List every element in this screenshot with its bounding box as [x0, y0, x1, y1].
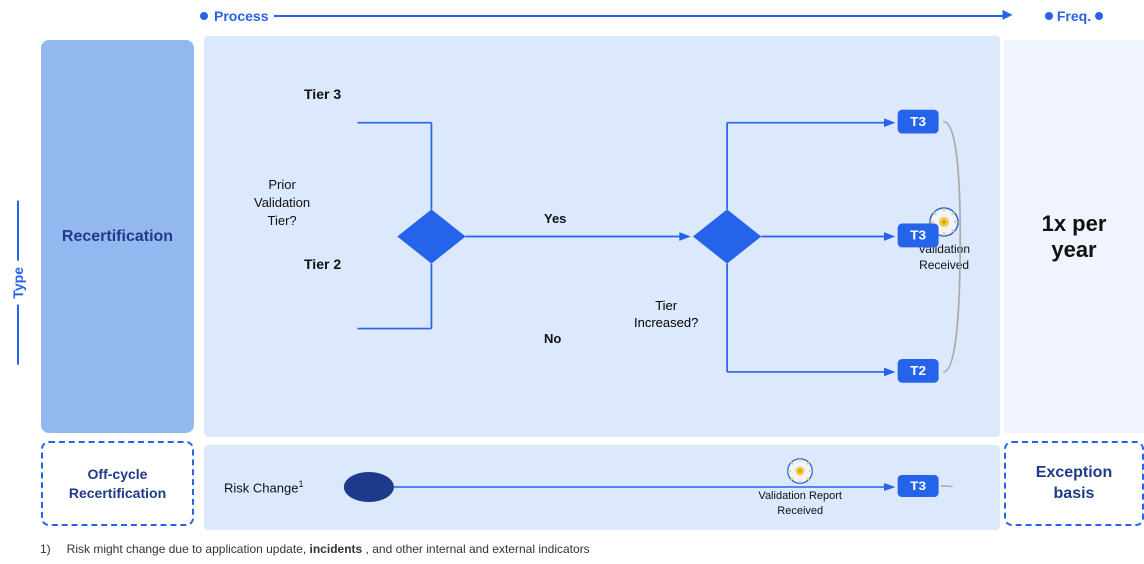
process-arrow-start: [200, 12, 208, 20]
svg-text:T3: T3: [910, 479, 926, 493]
freq-column: 1x per year Exception basis: [1004, 32, 1144, 534]
freq-label: Freq.: [1057, 8, 1091, 24]
offcycle-box: Off-cycle Recertification: [41, 441, 194, 526]
footnote-text: Risk might change due to application upd…: [67, 542, 590, 556]
freq-exception-box: Exception basis: [1004, 441, 1144, 526]
main-container: Process Freq. Type Recertification Off-c…: [0, 0, 1144, 564]
type-arrow-line2: [17, 201, 19, 261]
offcycle-flow-svg: T3: [204, 445, 1000, 530]
recertification-column: Recertification Off-cycle Recertificatio…: [35, 32, 200, 534]
type-label: Type: [10, 201, 26, 365]
flow-diagram-svg: T3 T3 T2: [204, 36, 1000, 437]
process-label: Process: [214, 8, 268, 24]
svg-text:T2: T2: [910, 364, 926, 379]
tier-increased-diamond: [693, 209, 761, 263]
freq-arrow-dot: [1045, 12, 1053, 20]
offcycle-flow: Risk Change1: [204, 445, 1000, 530]
freq-main-value: 1x per year: [1004, 40, 1144, 433]
process-section: Process: [200, 8, 1004, 24]
diagram-area: Tier 3 Tier 2 Prior Validation Tier? Yes…: [200, 32, 1004, 534]
offcycle-label: Off-cycle Recertification: [69, 465, 166, 501]
freq-arrow-dot2: [1095, 12, 1103, 20]
type-column: Type: [0, 32, 35, 534]
footnote-bold: incidents: [310, 542, 363, 556]
prior-validation-diamond: [397, 209, 465, 263]
svg-text:T3: T3: [910, 228, 926, 243]
recertification-box: Recertification: [41, 40, 194, 433]
svg-text:T3: T3: [910, 114, 926, 129]
header-row: Process Freq.: [0, 0, 1144, 32]
freq-header: Freq.: [1004, 8, 1144, 24]
main-flow: Tier 3 Tier 2 Prior Validation Tier? Yes…: [204, 36, 1000, 437]
process-arrow-line: [274, 15, 1004, 17]
footnote-number: 1): [40, 542, 51, 556]
footer: 1) Risk might change due to application …: [0, 534, 1144, 564]
type-arrow-line: [17, 305, 19, 365]
content-area: Type Recertification Off-cycle Recertifi…: [0, 32, 1144, 534]
